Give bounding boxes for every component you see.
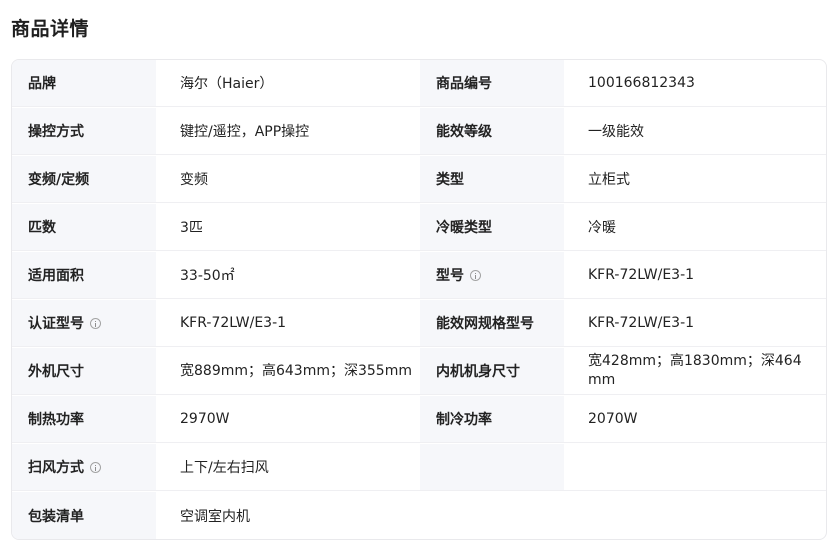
spec-row: 认证型号 KFR-72LW/E3-1 能效网规格型号 KFR-72LW/E3-1 (12, 300, 826, 348)
spec-row: 适用面积 33-50㎡ 型号 KFR-72LW/E3-1 (12, 252, 826, 300)
spec-key-model: 型号 (420, 252, 564, 299)
spec-value-energy-grade: 一级能效 (564, 108, 826, 155)
spec-value-inverter: 变频 (156, 156, 420, 203)
spec-key-certified-model: 认证型号 (12, 300, 156, 347)
spec-key-outdoor-size: 外机尺寸 (12, 348, 156, 395)
spec-value-swing-mode: 上下/左右扫风 (156, 444, 420, 491)
spec-key-applicable-area: 适用面积 (12, 252, 156, 299)
spec-value-outdoor-size: 宽889mm；高643mm；深355mm (156, 348, 420, 395)
info-circle-icon[interactable] (470, 269, 481, 281)
spec-key-energy-grade: 能效等级 (420, 108, 564, 155)
spec-value-product-id: 100166812343 (564, 60, 826, 107)
spec-value-energy-spec-model: KFR-72LW/E3-1 (564, 300, 826, 347)
spec-key-swing-mode-label: 扫风方式 (28, 460, 84, 476)
spec-key-model-label: 型号 (436, 268, 464, 284)
spec-key-inverter: 变频/定频 (12, 156, 156, 203)
spec-key-brand: 品牌 (12, 60, 156, 107)
spec-value-cooling-power: 2070W (564, 396, 826, 443)
spec-key-energy-spec-model: 能效网规格型号 (420, 300, 564, 347)
spec-value-control-method: 键控/遥控，APP操控 (156, 108, 420, 155)
spec-row: 扫风方式 上下/左右扫风 (12, 444, 826, 492)
spec-key-certified-model-label: 认证型号 (28, 316, 84, 332)
spec-key-control-method: 操控方式 (12, 108, 156, 155)
spec-key-heating-cooling-type: 冷暖类型 (420, 204, 564, 251)
spec-row: 外机尺寸 宽889mm；高643mm；深355mm 内机机身尺寸 宽428mm；… (12, 348, 826, 396)
spec-key-heating-power: 制热功率 (12, 396, 156, 443)
spec-value-package-list: 空调室内机 (180, 508, 250, 525)
spec-row: 变频/定频 变频 类型 立柜式 (12, 156, 826, 204)
spec-key-package-list: 包装清单 (12, 492, 156, 539)
spec-value-type: 立柜式 (564, 156, 826, 203)
spec-value-applicable-area: 33-50㎡ (156, 252, 420, 299)
spec-key-indoor-size: 内机机身尺寸 (420, 348, 564, 395)
spec-table: 品牌 海尔（Haier） 商品编号 100166812343 操控方式 键控/遥… (11, 59, 827, 540)
spec-value-indoor-size: 宽428mm；高1830mm；深464mm (564, 348, 826, 395)
spec-value-heating-power: 2970W (156, 396, 420, 443)
info-circle-icon[interactable] (90, 461, 101, 473)
spec-key-horsepower: 匹数 (12, 204, 156, 251)
spec-key-swing-mode: 扫风方式 (12, 444, 156, 491)
spec-key-type: 类型 (420, 156, 564, 203)
spec-key-empty (420, 444, 564, 491)
spec-row: 匹数 3匹 冷暖类型 冷暖 (12, 204, 826, 252)
spec-value-heating-cooling-type: 冷暖 (564, 204, 826, 251)
spec-key-cooling-power: 制冷功率 (420, 396, 564, 443)
section-title: 商品详情 (11, 18, 90, 40)
spec-value-empty (564, 444, 826, 491)
spec-row: 操控方式 键控/遥控，APP操控 能效等级 一级能效 (12, 108, 826, 156)
spec-value-brand: 海尔（Haier） (156, 60, 420, 107)
spec-row: 品牌 海尔（Haier） 商品编号 100166812343 (12, 60, 826, 108)
spec-row: 包装清单 空调室内机 (12, 492, 826, 539)
spec-key-product-id: 商品编号 (420, 60, 564, 107)
spec-value-model: KFR-72LW/E3-1 (564, 252, 826, 299)
spec-value-horsepower: 3匹 (156, 204, 420, 251)
spec-value-certified-model: KFR-72LW/E3-1 (156, 300, 420, 347)
spec-row: 制热功率 2970W 制冷功率 2070W (12, 396, 826, 444)
info-circle-icon[interactable] (90, 317, 101, 329)
